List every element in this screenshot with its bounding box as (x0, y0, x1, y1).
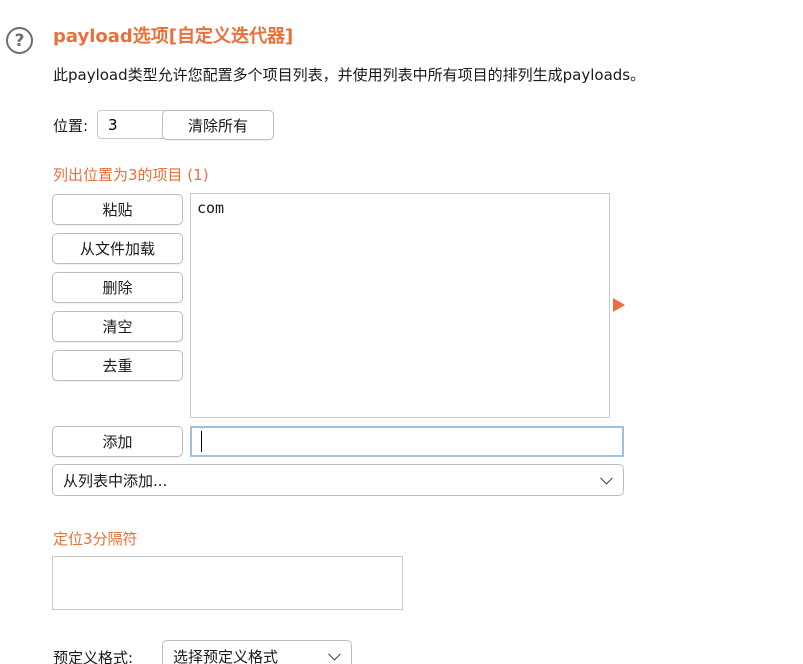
payload-options-panel: ? payload选项[自定义迭代器] 此payload类型允许您配置多个项目列… (0, 0, 803, 664)
deduplicate-button[interactable]: 去重 (52, 350, 183, 381)
add-from-list-select[interactable]: 从列表中添加... (52, 464, 624, 496)
clear-button[interactable]: 清空 (52, 311, 183, 342)
predefined-format-label: 预定义格式: (53, 649, 134, 664)
load-from-file-button[interactable]: 从文件加载 (52, 233, 183, 264)
paste-button[interactable]: 粘贴 (52, 194, 183, 225)
remove-button[interactable]: 删除 (52, 272, 183, 303)
list-item[interactable]: com (197, 198, 603, 218)
position-label: 位置: (53, 117, 89, 135)
position-input[interactable] (97, 110, 165, 139)
add-item-input[interactable] (190, 426, 624, 457)
text-caret (201, 431, 202, 452)
clear-all-button[interactable]: 清除所有 (162, 110, 274, 140)
items-list[interactable]: com (190, 193, 610, 418)
help-icon[interactable]: ? (6, 27, 33, 54)
separator-input[interactable] (52, 556, 403, 610)
add-from-list-value: 从列表中添加... (63, 471, 168, 490)
list-items-label: 列出位置为3的项目 (1) (53, 166, 209, 184)
add-button[interactable]: 添加 (52, 426, 183, 457)
predefined-format-value: 选择预定义格式 (173, 647, 279, 664)
section-description: 此payload类型允许您配置多个项目列表，并使用列表中所有项目的排列生成pay… (53, 66, 646, 84)
separator-label: 定位3分隔符 (53, 530, 138, 548)
predefined-format-select[interactable]: 选择预定义格式 (162, 640, 352, 664)
chevron-down-icon (600, 471, 613, 485)
section-title: payload选项[自定义迭代器] (53, 26, 294, 47)
chevron-down-icon (328, 647, 341, 661)
expand-arrow-icon[interactable] (613, 298, 625, 312)
